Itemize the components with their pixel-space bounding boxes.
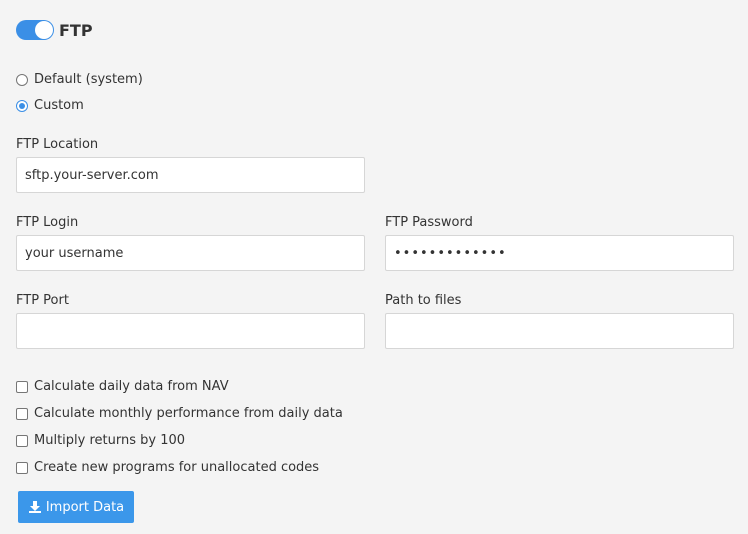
- checkbox-create-programs[interactable]: Create new programs for unallocated code…: [16, 460, 319, 475]
- checkbox[interactable]: [16, 407, 28, 420]
- checkbox-label: Calculate monthly performance from daily…: [34, 406, 343, 421]
- checkbox-monthly-from-daily[interactable]: Calculate monthly performance from daily…: [16, 406, 343, 421]
- ftp-port-label: FTP Port: [16, 293, 69, 308]
- radio-button[interactable]: [16, 99, 28, 112]
- radio-custom[interactable]: Custom: [16, 98, 84, 113]
- ftp-password-input[interactable]: [385, 235, 734, 271]
- ftp-port-input[interactable]: [16, 313, 365, 349]
- ftp-password-label: FTP Password: [385, 215, 473, 230]
- radio-button[interactable]: [16, 73, 28, 86]
- ftp-location-input[interactable]: [16, 157, 365, 193]
- path-to-files-label: Path to files: [385, 293, 462, 308]
- radio-label: Default (system): [34, 72, 143, 87]
- import-data-label: Import Data: [45, 499, 125, 515]
- checkbox[interactable]: [16, 434, 28, 447]
- import-data-button[interactable]: Import Data: [18, 491, 134, 523]
- toggle-knob: [35, 21, 53, 39]
- radio-label: Custom: [34, 98, 84, 113]
- checkbox-label: Create new programs for unallocated code…: [34, 460, 320, 475]
- path-to-files-input[interactable]: [385, 313, 734, 349]
- checkbox[interactable]: [16, 380, 28, 393]
- checkbox-label: Multiply returns by 100: [34, 433, 186, 448]
- checkbox-daily-from-nav[interactable]: Calculate daily data from NAV: [16, 379, 229, 394]
- ftp-location-label: FTP Location: [16, 137, 99, 152]
- radio-default-system[interactable]: Default (system): [16, 72, 143, 87]
- checkbox-multiply-returns[interactable]: Multiply returns by 100: [16, 433, 185, 448]
- checkbox[interactable]: [16, 461, 28, 474]
- checkbox-label: Calculate daily data from NAV: [34, 379, 229, 394]
- ftp-header: FTP: [16, 20, 93, 40]
- download-icon: [28, 501, 41, 513]
- section-title: FTP: [59, 20, 93, 40]
- ftp-toggle[interactable]: [16, 20, 54, 40]
- ftp-login-label: FTP Login: [16, 215, 79, 230]
- ftp-login-input[interactable]: [16, 235, 365, 271]
